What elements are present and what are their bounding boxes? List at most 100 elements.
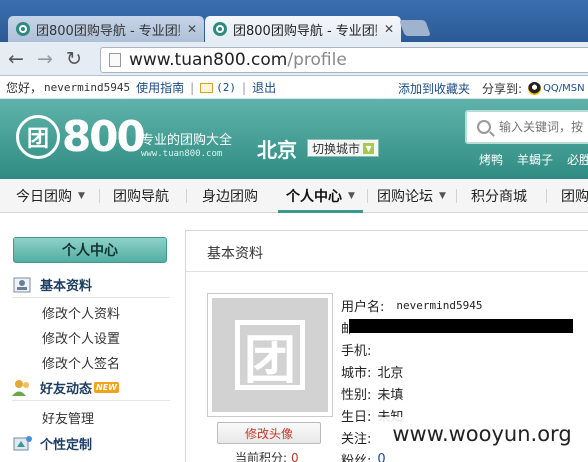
url-text: www.tuan800.com/profile bbox=[129, 50, 347, 70]
hot-keywords: 烤鸭 羊蝎子 必胜 bbox=[479, 151, 588, 168]
sidebar-link-edit-profile[interactable]: 修改个人资料 bbox=[42, 303, 120, 322]
field-label: 生日: bbox=[341, 410, 372, 425]
tab-title: 团800团购导航 - 专业团购 bbox=[233, 23, 377, 39]
field-label: 性别: bbox=[341, 388, 372, 403]
tab-title: 团800团购导航 - 专业团购 bbox=[36, 23, 180, 39]
tuan800-favicon-icon bbox=[16, 22, 30, 36]
share-qq-msn-link[interactable]: QQ/MSN bbox=[543, 83, 585, 94]
nav-points-mall[interactable]: 积分商城 bbox=[471, 179, 527, 213]
new-badge: NEW bbox=[94, 382, 119, 393]
nav-divider bbox=[456, 189, 457, 203]
nav-label: 积分商城 bbox=[471, 189, 527, 205]
nav-today-deals[interactable]: 今日团购 ▼ bbox=[16, 179, 85, 213]
site-logo[interactable]: 团 800 bbox=[16, 112, 146, 161]
search-icon bbox=[477, 120, 491, 134]
logo-mark: 团 bbox=[16, 114, 60, 159]
sidebar-link-edit-signature[interactable]: 修改个人签名 bbox=[42, 353, 120, 372]
url-path: /profile bbox=[287, 50, 347, 70]
address-bar[interactable]: www.tuan800.com/profile bbox=[100, 47, 588, 73]
nav-label: 身边团购 bbox=[202, 189, 258, 205]
current-points: 当前积分: 0 bbox=[235, 449, 299, 462]
nav-label: 团购论坛 bbox=[377, 189, 433, 205]
section-label: 个性定制 bbox=[40, 438, 93, 453]
watermark: www.wooyun.org bbox=[376, 417, 588, 451]
logo-number: 800 bbox=[62, 112, 146, 161]
field-label: 粉丝: bbox=[341, 454, 372, 462]
avatar: 团 bbox=[207, 293, 333, 417]
reload-icon[interactable]: ↻ bbox=[61, 46, 87, 72]
field-username: 用户名: nevermind5945 bbox=[341, 296, 482, 315]
sidebar-section-basic-info[interactable]: 基本资料 bbox=[12, 275, 92, 294]
nav-nearby-deals[interactable]: 身边团购 bbox=[202, 179, 258, 213]
nav-divider bbox=[186, 189, 187, 203]
qq-icon[interactable] bbox=[528, 81, 542, 95]
tuan800-favicon-icon bbox=[213, 22, 227, 36]
avatar-glyph: 团 bbox=[235, 320, 305, 391]
field-follow: 关注: bbox=[341, 428, 371, 447]
field-fans: 粉丝: 0 bbox=[341, 450, 386, 462]
close-tab-icon[interactable]: ✕ bbox=[186, 22, 198, 36]
bookmark-link[interactable]: 添加到收藏夹 bbox=[398, 80, 470, 97]
hot-keyword-link[interactable]: 羊蝎子 bbox=[517, 151, 553, 168]
main-nav: 今日团购 ▼ 团购导航 身边团购 个人中心 ▼ 团购论坛 ▼ 积分商城 团购 bbox=[0, 179, 588, 213]
change-avatar-button[interactable]: 修改头像 bbox=[217, 422, 321, 444]
gender-value: 未填 bbox=[377, 388, 404, 403]
nav-label: 今日团购 bbox=[16, 189, 72, 205]
switch-city-button[interactable]: 切换城市 ▼ bbox=[307, 139, 380, 157]
points-value: 0 bbox=[291, 451, 299, 462]
mail-count[interactable]: (2) bbox=[216, 81, 236, 94]
current-city: 北京 bbox=[257, 138, 297, 162]
hot-keyword-link[interactable]: 必胜 bbox=[567, 151, 588, 168]
profile-card-icon bbox=[12, 276, 32, 294]
switch-city-label: 切换城市 bbox=[312, 141, 361, 156]
username-link[interactable]: nevermind5945 bbox=[44, 81, 130, 94]
divider bbox=[12, 297, 170, 298]
mail-icon[interactable] bbox=[200, 82, 214, 93]
field-label: 城市: bbox=[341, 366, 372, 381]
browser-tab-2[interactable]: 团800团购导航 - 专业团购 ✕ bbox=[205, 16, 401, 42]
search-box[interactable] bbox=[465, 110, 588, 144]
sidebar-link-friend-manage[interactable]: 好友管理 bbox=[42, 408, 94, 427]
sidebar-section-personalize[interactable]: 个性定制 bbox=[12, 434, 92, 453]
top-utility-bar: 您好， nevermind5945 使用指南 | (2) | 退出 添加到收藏夹… bbox=[0, 77, 588, 99]
sidebar-title[interactable]: 个人中心 bbox=[13, 237, 167, 263]
fans-value[interactable]: 0 bbox=[377, 452, 385, 462]
nav-more[interactable]: 团购 bbox=[561, 179, 588, 213]
section-label: 基本资料 bbox=[40, 279, 93, 294]
nav-label: 团购 bbox=[561, 189, 588, 205]
back-arrow-icon[interactable]: ← bbox=[3, 46, 29, 72]
new-tab-button[interactable] bbox=[399, 20, 431, 36]
hot-keyword-link[interactable]: 烤鸭 bbox=[479, 151, 503, 168]
field-gender: 性别: 未填 bbox=[341, 384, 403, 403]
nav-label: 个人中心 bbox=[286, 189, 342, 205]
username-value: nevermind5945 bbox=[396, 299, 483, 312]
nav-forum[interactable]: 团购论坛 ▼ bbox=[377, 179, 446, 213]
guide-link[interactable]: 使用指南 bbox=[136, 79, 184, 96]
nav-divider bbox=[99, 189, 100, 203]
page-icon bbox=[109, 53, 121, 67]
friends-icon bbox=[12, 379, 32, 397]
divider bbox=[12, 400, 170, 401]
logout-link[interactable]: 退出 bbox=[252, 79, 276, 96]
field-label: 关注: bbox=[341, 432, 372, 447]
nav-deal-directory[interactable]: 团购导航 bbox=[113, 179, 169, 213]
sidebar-link-edit-settings[interactable]: 修改个人设置 bbox=[42, 328, 120, 347]
sidebar-section-friends[interactable]: 好友动态 NEW bbox=[12, 378, 119, 397]
field-label: 用户名: bbox=[341, 300, 385, 315]
close-tab-icon[interactable]: ✕ bbox=[383, 22, 395, 36]
forward-arrow-icon[interactable]: → bbox=[32, 46, 58, 72]
redaction-bar bbox=[349, 319, 573, 333]
caret-down-icon: ▼ bbox=[348, 191, 355, 201]
divider bbox=[186, 271, 588, 272]
browser-tab-1[interactable]: 团800团购导航 - 专业团购 ✕ bbox=[8, 16, 204, 42]
browser-tab-strip: 团800团购导航 - 专业团购 ✕ 团800团购导航 - 专业团购 ✕ bbox=[0, 0, 588, 42]
field-city: 城市: 北京 bbox=[341, 362, 403, 381]
nav-divider bbox=[367, 189, 368, 203]
search-input[interactable] bbox=[499, 120, 588, 134]
domain-label: www.tuan800.com bbox=[141, 149, 223, 159]
separator: | bbox=[190, 80, 195, 95]
default-avatar: 团 bbox=[212, 298, 328, 412]
share-label: 分享到: bbox=[482, 81, 523, 96]
nav-divider bbox=[546, 189, 547, 203]
nav-personal-center[interactable]: 个人中心 ▼ bbox=[278, 179, 363, 213]
